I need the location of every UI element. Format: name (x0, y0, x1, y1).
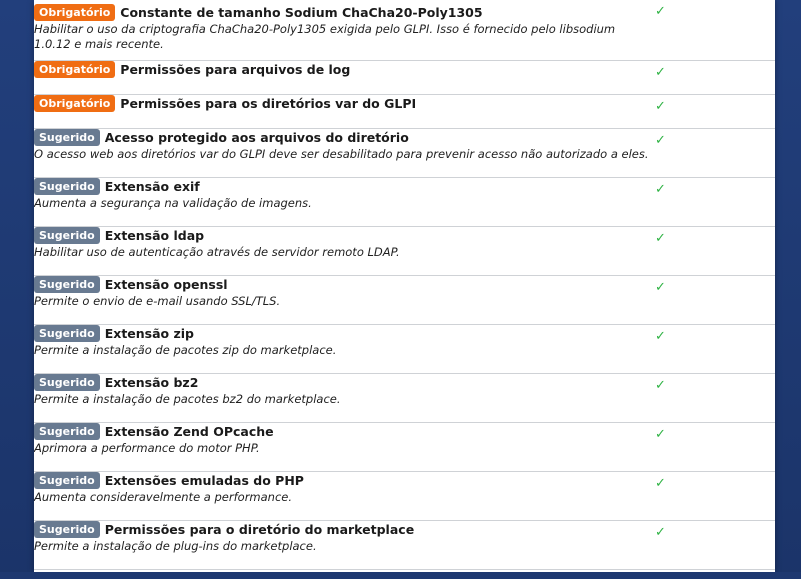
check-icon: ✓ (655, 64, 666, 80)
suggested-badge: Sugerido (34, 128, 100, 146)
suggested-badge: Sugerido (34, 373, 100, 391)
suggested-badge: Sugerido (34, 275, 100, 293)
requirements-panel: Obrigatório Constante de tamanho Sodium … (34, 0, 775, 572)
check-icon: ✓ (655, 230, 666, 246)
table-row: Obrigatório Permissões para os diretório… (34, 94, 775, 129)
check-icon: ✓ (655, 181, 666, 197)
table-row: Sugerido Extensão ldap Habilitar uso de … (34, 226, 775, 276)
required-badge: Obrigatório (34, 4, 116, 21)
page-background-right (773, 0, 801, 579)
table-row: Sugerido Extensão zip Permite a instalaç… (34, 324, 775, 374)
check-title: Permissões para o diretório do marketpla… (104, 521, 415, 537)
check-icon: ✓ (655, 426, 666, 442)
check-description: Aprimora a performance do motor PHP. (34, 440, 260, 455)
check-icon: ✓ (655, 475, 666, 491)
suggested-badge: Sugerido (34, 226, 100, 244)
table-row: Sugerido Extensão openssl Permite o envi… (34, 275, 775, 325)
check-title: Constante de tamanho Sodium ChaCha20-Pol… (120, 5, 483, 20)
page-background-bottom (0, 572, 801, 579)
check-icon: ✓ (655, 377, 666, 393)
check-title: Extensões emuladas do PHP (104, 472, 304, 488)
check-icon: ✓ (655, 279, 666, 295)
check-title: Extensão openssl (104, 276, 228, 292)
required-badge: Obrigatório (34, 60, 116, 78)
check-description: Aumenta consideravelmente a performance. (34, 489, 293, 504)
check-icon: ✓ (655, 524, 666, 540)
check-title: Permissões para arquivos de log (120, 61, 351, 77)
table-row: Sugerido Extensões emuladas do PHP Aumen… (34, 471, 775, 521)
required-badge: Obrigatório (34, 94, 116, 112)
check-description: Habilitar o uso da criptografia ChaCha20… (34, 22, 616, 51)
check-description: Permite a instalação de plug-ins do mark… (34, 538, 317, 553)
table-row: Sugerido Extensão exif Aumenta a seguran… (34, 177, 775, 227)
suggested-badge: Sugerido (34, 471, 100, 489)
table-row: Sugerido Extensão Zend OPcache Aprimora … (34, 422, 775, 472)
check-icon: ✓ (655, 98, 666, 114)
requirements-table: Obrigatório Constante de tamanho Sodium … (34, 0, 775, 570)
check-title: Extensão bz2 (104, 374, 199, 390)
suggested-badge: Sugerido (34, 177, 100, 195)
check-title: Extensão zip (104, 325, 194, 341)
check-description: Permite o envio de e-mail usando SSL/TLS… (34, 293, 281, 308)
check-title: Extensão Zend OPcache (104, 423, 274, 439)
check-description: Permite a instalação de pacotes zip do m… (34, 342, 337, 357)
table-row: Sugerido Extensão bz2 Permite a instalaç… (34, 373, 775, 423)
check-description: O acesso web aos diretórios var do GLPI … (34, 146, 649, 161)
check-icon: ✓ (655, 132, 666, 148)
check-title: Extensão ldap (104, 227, 205, 243)
table-row: Obrigatório Constante de tamanho Sodium … (34, 0, 775, 61)
table-row: Sugerido Permissões para o diretório do … (34, 520, 775, 570)
page-background-left (0, 0, 34, 579)
suggested-badge: Sugerido (34, 520, 100, 538)
check-title: Permissões para os diretórios var do GLP… (120, 95, 417, 111)
suggested-badge: Sugerido (34, 422, 100, 440)
table-row: Sugerido Acesso protegido aos arquivos d… (34, 128, 775, 178)
check-icon: ✓ (655, 4, 666, 19)
check-description: Habilitar uso de autenticação através de… (34, 244, 400, 259)
check-description: Aumenta a segurança na validação de imag… (34, 195, 312, 210)
check-title: Acesso protegido aos arquivos do diretór… (104, 129, 409, 145)
table-row: Obrigatório Permissões para arquivos de … (34, 60, 775, 95)
check-icon: ✓ (655, 328, 666, 344)
check-description: Permite a instalação de pacotes bz2 do m… (34, 391, 341, 406)
check-title: Extensão exif (104, 178, 200, 194)
suggested-badge: Sugerido (34, 324, 100, 342)
